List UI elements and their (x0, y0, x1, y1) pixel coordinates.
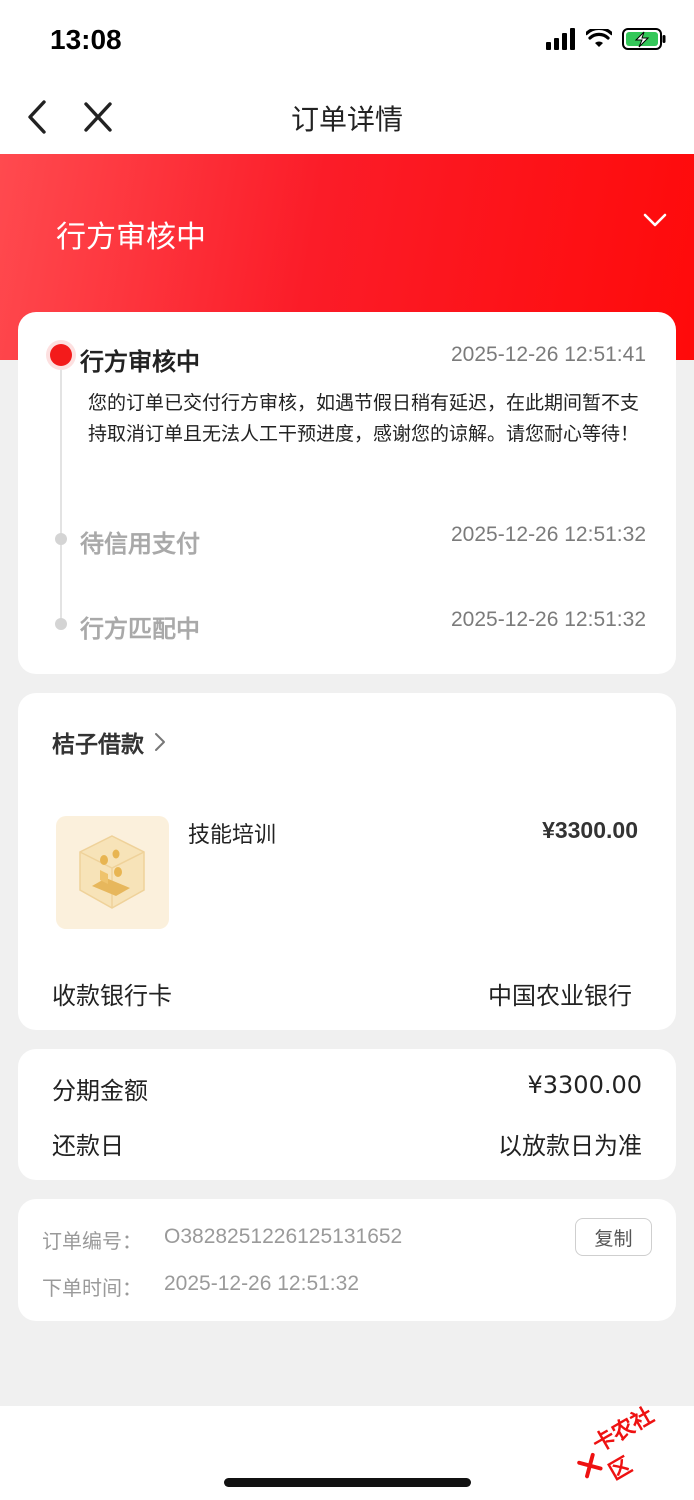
timeline-dot (55, 618, 67, 630)
copy-button[interactable]: 复制 (575, 1218, 652, 1256)
amount-label: 分期金额 (52, 1077, 148, 1105)
status-time: 13:08 (50, 24, 122, 55)
home-indicator[interactable] (224, 1478, 471, 1487)
timeline-time-3: 2025-12-26 12:51:32 (451, 608, 646, 631)
order-number-label: 订单编号： (42, 1229, 142, 1253)
timeline-status-2: 待信用支付 (80, 530, 200, 558)
hero-status: 行方审核中 (56, 220, 206, 255)
nav-bar: 订单详情 (0, 80, 694, 154)
chevron-down-icon[interactable] (642, 210, 668, 230)
repay-value: 以放款日为准 (498, 1132, 642, 1160)
battery-charging-icon (622, 28, 666, 50)
status-bar: 13:08 (0, 0, 694, 80)
merchant-link[interactable]: 桔子借款 (52, 725, 166, 759)
timeline-dot-active (50, 344, 72, 366)
bank-label: 收款银行卡 (52, 982, 172, 1010)
timeline-card: 行方审核中 2025-12-26 12:51:41 您的订单已交付行方审核，如遇… (18, 312, 676, 674)
timeline-time-2: 2025-12-26 12:51:32 (451, 523, 646, 546)
wifi-icon (586, 29, 612, 47)
timeline-dot (55, 533, 67, 545)
amount-value: ¥3300.00 (527, 1071, 642, 1099)
coin-box-icon (79, 835, 145, 909)
chevron-right-icon (155, 733, 165, 751)
order-number: O3828251226125131652 (164, 1225, 403, 1248)
timeline-status-1: 行方审核中 (80, 348, 200, 376)
order-time-label: 下单时间： (42, 1276, 142, 1300)
timeline-status-3: 行方匹配中 (80, 615, 200, 643)
status-icons (546, 28, 666, 50)
repay-label: 还款日 (52, 1132, 124, 1160)
signal-icon (546, 28, 575, 50)
product-name: 技能培训 (188, 823, 277, 848)
merchant-name: 桔子借款 (52, 732, 144, 758)
bank-value: 中国农业银行 (488, 982, 632, 1010)
order-info-card: 订单编号： O3828251226125131652 复制 下单时间： 2025… (18, 1199, 676, 1321)
timeline-line (60, 354, 62, 628)
product-price: ¥3300.00 (542, 817, 638, 843)
installment-card: 分期金额 ¥3300.00 还款日 以放款日为准 (18, 1049, 676, 1180)
product-image (56, 816, 169, 929)
order-time: 2025-12-26 12:51:32 (164, 1272, 359, 1295)
timeline-time-1: 2025-12-26 12:51:41 (451, 343, 646, 366)
page-title: 订单详情 (290, 103, 403, 136)
product-card: 桔子借款 技能培训 ¥3300.00 收款银行卡 中国农业银行 (18, 693, 676, 1030)
timeline-description: 您的订单已交付行方审核，如遇节假日稍有延迟，在此期间暂不支持取消订单且无法人工干… (88, 392, 640, 445)
